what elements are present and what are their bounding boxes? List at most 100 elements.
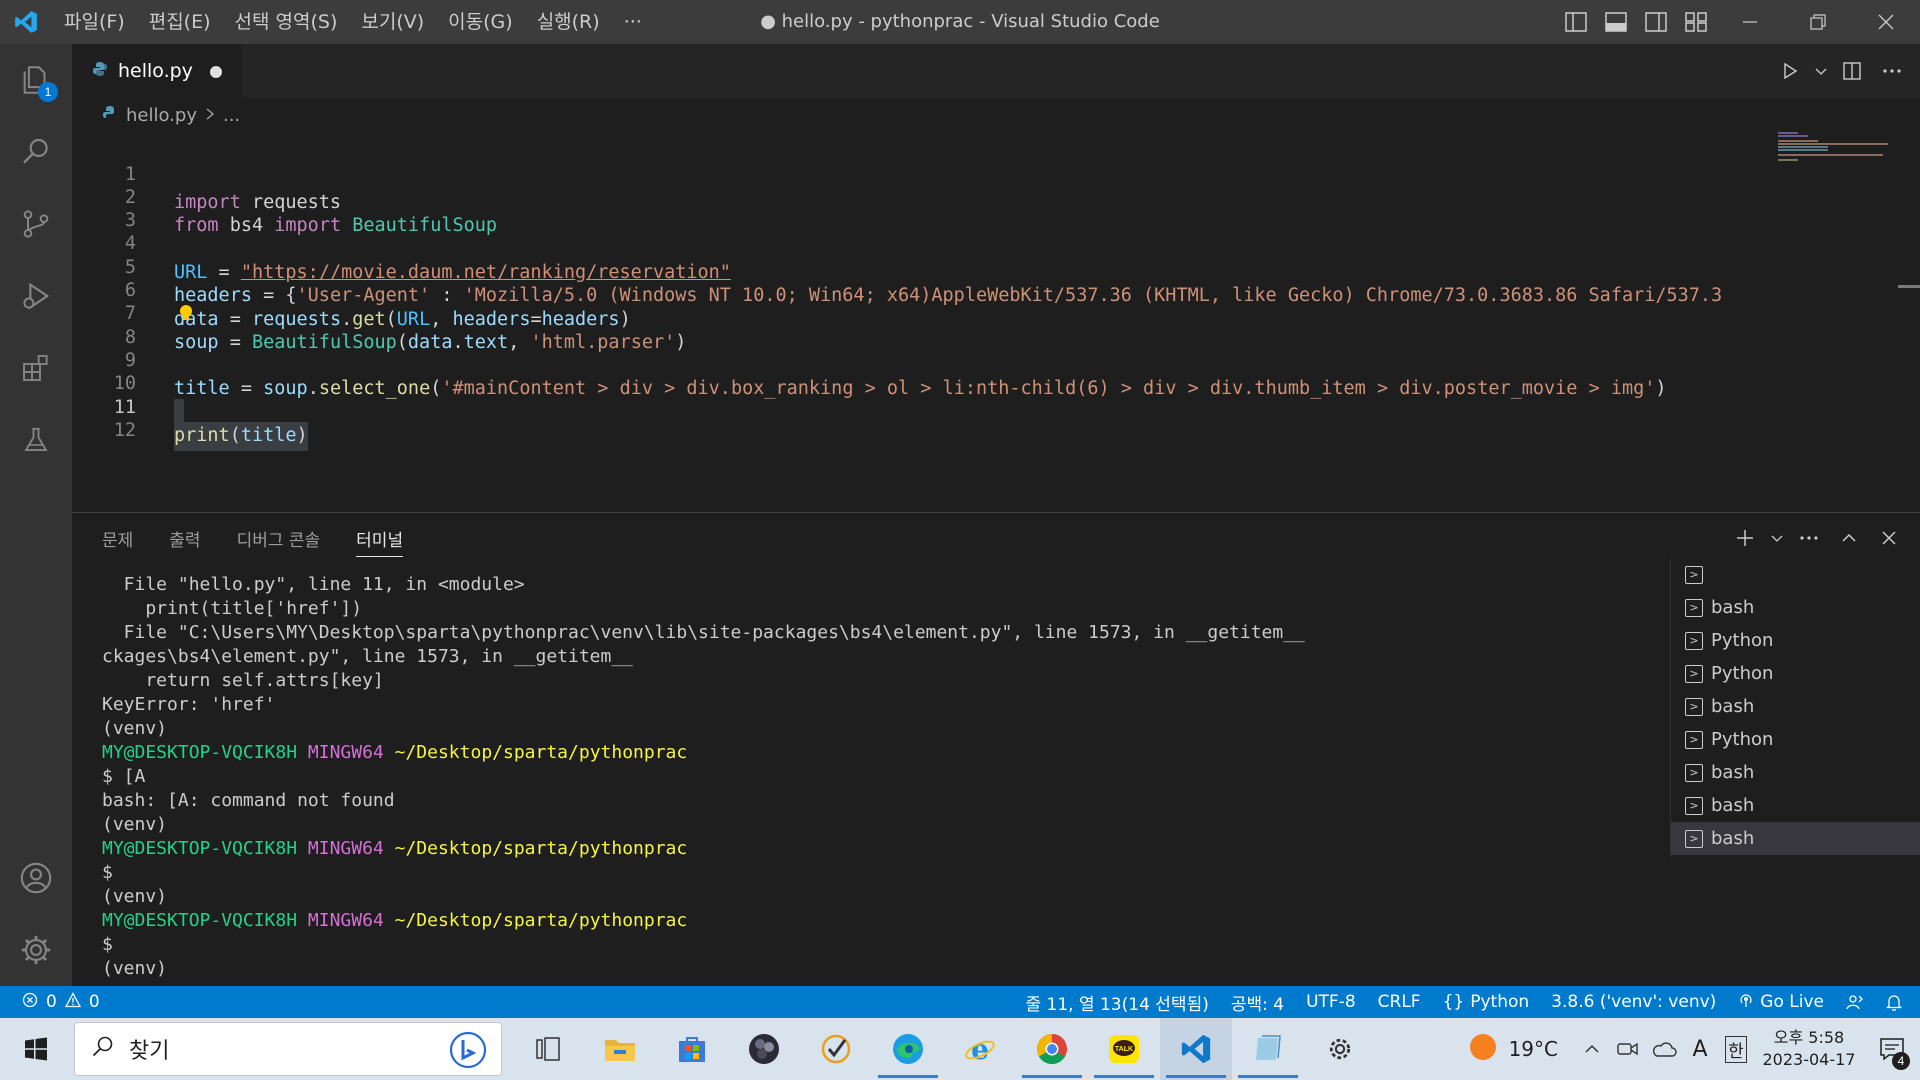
split-editor-icon[interactable] — [1834, 44, 1870, 98]
tab-hello-py[interactable]: hello.py — [72, 44, 242, 98]
bing-icon[interactable] — [449, 1031, 487, 1073]
error-count: 0 — [46, 992, 57, 1012]
indentation[interactable]: 공백: 4 — [1231, 990, 1284, 1015]
terminal-line: print(title['href']) — [102, 598, 363, 619]
todo-checklist-icon[interactable] — [800, 1018, 872, 1080]
terminal-line: KeyError: 'href' — [102, 694, 276, 715]
clock-date: 2023-04-17 — [1762, 1050, 1856, 1069]
tab-problems[interactable]: 문제 — [102, 527, 133, 557]
go-live-button[interactable]: Go Live — [1738, 992, 1824, 1013]
toggle-primary-sidebar-icon[interactable] — [1556, 0, 1596, 44]
language-mode[interactable]: {} Python — [1443, 992, 1530, 1012]
unsaved-dot-icon[interactable] — [210, 66, 222, 78]
terminal-list-item[interactable]: > — [1671, 558, 1920, 591]
terminal-list-item[interactable]: > bash — [1671, 591, 1920, 624]
internet-explorer-icon[interactable]: e — [944, 1018, 1016, 1080]
terminal-list-item[interactable]: > bash — [1671, 789, 1920, 822]
run-dropdown-chevron-down-icon[interactable] — [1812, 44, 1830, 98]
python-interpreter[interactable]: 3.8.6 ('venv': venv) — [1551, 992, 1716, 1012]
source-control-icon[interactable] — [0, 188, 72, 260]
tab-output[interactable]: 출력 — [169, 527, 200, 557]
end-of-line[interactable]: CRLF — [1378, 992, 1421, 1012]
notepad-icon[interactable] — [1232, 1018, 1304, 1080]
menu-more[interactable]: ··· — [612, 0, 654, 44]
kakaotalk-icon[interactable]: TALK — [1088, 1018, 1160, 1080]
run-and-debug-icon[interactable] — [0, 260, 72, 332]
extensions-icon[interactable] — [0, 332, 72, 404]
onedrive-cloud-icon[interactable] — [1646, 1018, 1682, 1080]
minimap[interactable] — [1778, 132, 1898, 162]
action-center-icon[interactable]: 4 — [1864, 1018, 1920, 1080]
menu-run[interactable]: 실행(R) — [525, 0, 612, 44]
task-view-icon[interactable] — [512, 1018, 584, 1080]
terminal-output[interactable]: File "hello.py", line 11, in <module> pr… — [102, 573, 1452, 983]
menu-view[interactable]: 보기(V) — [349, 0, 436, 44]
toggle-panel-icon[interactable] — [1596, 0, 1636, 44]
search-icon[interactable] — [0, 116, 72, 188]
obs-studio-icon[interactable] — [728, 1018, 800, 1080]
menu-edit[interactable]: 편집(E) — [137, 0, 223, 44]
meet-camera-icon[interactable] — [1610, 1018, 1646, 1080]
terminal-name: bash — [1711, 762, 1755, 783]
encoding[interactable]: UTF-8 — [1306, 992, 1356, 1012]
file-explorer-icon[interactable] — [584, 1018, 656, 1080]
accounts-icon[interactable] — [0, 842, 72, 914]
tab-debug-console[interactable]: 디버그 콘솔 — [237, 527, 321, 557]
cursor-position[interactable]: 줄 11, 열 13(14 선택됨) — [1025, 990, 1208, 1015]
toggle-secondary-sidebar-icon[interactable] — [1636, 0, 1676, 44]
warning-icon — [64, 991, 81, 1013]
breadcrumb-symbol[interactable]: ... — [223, 105, 240, 126]
notifications-bell-icon[interactable] — [1886, 993, 1902, 1011]
weather-sun-icon — [1467, 1031, 1499, 1068]
terminal-line: bash: [A: command not found — [102, 790, 395, 811]
editor-scrollbar[interactable] — [1898, 285, 1920, 288]
clock[interactable]: 오후 5:58 2023-04-17 — [1754, 1027, 1864, 1071]
close-panel-icon[interactable] — [1872, 521, 1906, 555]
code-token: ( — [229, 425, 241, 446]
edge-browser-icon[interactable] — [872, 1018, 944, 1080]
menu-selection[interactable]: 선택 영역(S) — [223, 0, 350, 44]
terminal-list-item[interactable]: > bash — [1671, 690, 1920, 723]
status-problems[interactable]: 0 0 — [22, 986, 100, 1018]
breadcrumb-file[interactable]: hello.py — [126, 105, 197, 126]
taskbar-search-box[interactable]: 찾기 — [74, 1022, 502, 1076]
show-hidden-icons-chevron-up-icon[interactable] — [1574, 1018, 1610, 1080]
terminal-list-item[interactable]: > Python — [1671, 723, 1920, 756]
terminal-list-item[interactable]: > bash — [1671, 756, 1920, 789]
code-editor[interactable]: 1 import requests 2 from bs4 import Beau… — [72, 132, 1920, 512]
close-icon[interactable] — [1852, 0, 1920, 44]
terminal-dropdown-chevron-down-icon[interactable] — [1768, 521, 1786, 555]
manage-gear-icon[interactable] — [0, 914, 72, 986]
lightbulb-icon[interactable] — [178, 304, 194, 322]
ime-mode-a[interactable]: A — [1682, 1018, 1718, 1080]
minimize-icon[interactable] — [1716, 0, 1784, 44]
live-share-icon[interactable] — [1846, 993, 1864, 1011]
menu-file[interactable]: 파일(F) — [52, 0, 137, 44]
ime-hangul[interactable]: 한 — [1718, 1018, 1754, 1080]
terminal-line: $ [A — [102, 766, 146, 787]
maximize-panel-chevron-up-icon[interactable] — [1832, 521, 1866, 555]
panel-more-icon[interactable] — [1792, 521, 1826, 555]
restore-icon[interactable] — [1784, 0, 1852, 44]
customize-layout-icon[interactable] — [1676, 0, 1716, 44]
chrome-browser-icon[interactable] — [1016, 1018, 1088, 1080]
error-icon — [22, 992, 38, 1013]
testing-icon[interactable] — [0, 404, 72, 476]
vscode-logo-icon[interactable] — [0, 0, 52, 44]
menu-go[interactable]: 이동(G) — [436, 0, 525, 44]
run-python-file-icon[interactable] — [1772, 44, 1808, 98]
terminal-list-item[interactable]: > bash — [1671, 822, 1920, 855]
weather-widget[interactable]: 19°C — [1467, 1031, 1558, 1068]
settings-gear-icon[interactable] — [1304, 1018, 1376, 1080]
tab-terminal[interactable]: 터미널 — [356, 527, 404, 557]
terminal-list-item[interactable]: > Python — [1671, 657, 1920, 690]
more-actions-icon[interactable] — [1874, 44, 1910, 98]
windows-start-icon[interactable] — [0, 1018, 72, 1080]
microsoft-store-icon[interactable] — [656, 1018, 728, 1080]
explorer-icon[interactable]: 1 — [0, 44, 72, 116]
vscode-taskbar-icon[interactable] — [1160, 1018, 1232, 1080]
new-terminal-plus-icon[interactable] — [1728, 521, 1762, 555]
terminal-list-item[interactable]: > Python — [1671, 624, 1920, 657]
terminal-line: (venv) — [102, 886, 168, 907]
terminal-icon: > — [1685, 631, 1703, 650]
